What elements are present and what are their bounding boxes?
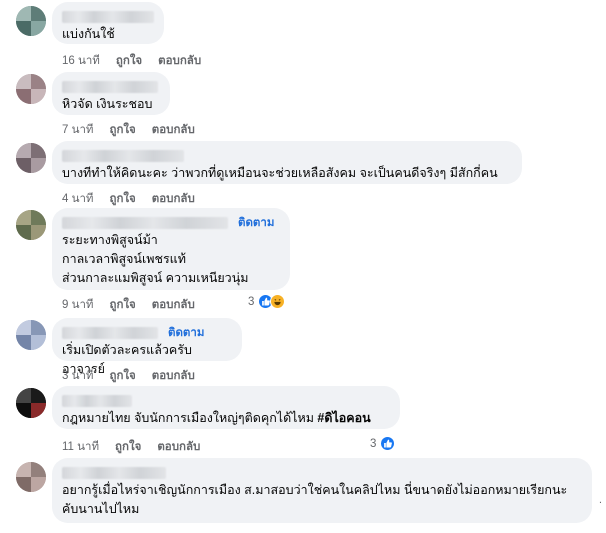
comment-bubble: ติดตาม ระยะทางพิสูจน์ม้า กาลเวลาพิสูจน์เ… xyxy=(52,208,290,290)
follow-button[interactable]: ติดตาม xyxy=(168,324,204,342)
comment-actions: 11 นาที ถูกใจ ตอบกลับ xyxy=(62,438,200,456)
reaction-count: 3 xyxy=(370,437,377,450)
comment-actions: 3 นาที ถูกใจ ตอบกลับ xyxy=(62,367,195,385)
haha-reaction-icon xyxy=(270,294,286,309)
comment-time[interactable]: 11 นาที xyxy=(62,438,99,456)
more-options-icon[interactable]: · xyxy=(599,498,602,509)
like-reaction-icon xyxy=(380,436,396,451)
avatar[interactable] xyxy=(16,320,46,350)
avatar[interactable] xyxy=(16,388,46,418)
comment-bubble: แบ่งกันใช้ xyxy=(52,2,164,44)
comment-bubble: อยากรู้เมื่อไหร่จาเชิญนักการเมือง ส.มาสอ… xyxy=(52,458,592,523)
comment-actions: 9 นาที ถูกใจ ตอบกลับ xyxy=(62,296,195,314)
blurred-author-name[interactable] xyxy=(62,81,158,93)
comment-time[interactable]: 4 นาที xyxy=(62,190,94,208)
avatar[interactable] xyxy=(16,74,46,104)
avatar[interactable] xyxy=(16,462,46,492)
comment-actions: 16 นาที ถูกใจ ตอบกลับ xyxy=(62,52,201,70)
comment-text: อยากรู้เมื่อไหร่จาเชิญนักการเมือง ส.มาสอ… xyxy=(62,483,568,516)
like-button[interactable]: ถูกใจ xyxy=(110,190,136,208)
blurred-author-name[interactable] xyxy=(62,395,132,407)
comment-text: บางทีทำให้คิดนะคะ ว่าพวกที่ดูเหมือนจะช่ว… xyxy=(62,166,498,180)
like-button[interactable]: ถูกใจ xyxy=(115,438,141,456)
hashtag-link[interactable]: #ดิไอคอน xyxy=(317,411,370,425)
reaction-summary[interactable]: 3 xyxy=(248,294,286,309)
blurred-author-name[interactable] xyxy=(62,467,166,479)
reply-button[interactable]: ตอบกลับ xyxy=(152,121,195,139)
like-button[interactable]: ถูกใจ xyxy=(116,52,142,70)
blurred-author-name[interactable] xyxy=(62,11,154,23)
comment-time[interactable]: 16 นาที xyxy=(62,52,100,70)
reply-button[interactable]: ตอบกลับ xyxy=(152,367,195,385)
like-button[interactable]: ถูกใจ xyxy=(110,296,136,314)
comment-actions: 7 นาที ถูกใจ ตอบกลับ xyxy=(62,121,195,139)
comment-text: ระยะทางพิสูจน์ม้า กาลเวลาพิสูจน์เพชรแท้ … xyxy=(62,233,249,285)
follow-button[interactable]: ติดตาม xyxy=(238,214,274,232)
blurred-author-name[interactable] xyxy=(62,150,184,162)
comment-time[interactable]: 7 นาที xyxy=(62,121,94,139)
comment-bubble: หิวจัด เงินระชอบ xyxy=(52,72,170,115)
blurred-author-name[interactable] xyxy=(62,217,228,229)
comment-time[interactable]: 9 นาที xyxy=(62,296,94,314)
like-button[interactable]: ถูกใจ xyxy=(110,367,136,385)
comment-actions: 4 นาที ถูกใจ ตอบกลับ xyxy=(62,190,195,208)
avatar[interactable] xyxy=(16,6,46,36)
comment-text: หิวจัด เงินระชอบ xyxy=(62,97,153,111)
comment-bubble: บางทีทำให้คิดนะคะ ว่าพวกที่ดูเหมือนจะช่ว… xyxy=(52,141,522,184)
avatar[interactable] xyxy=(16,210,46,240)
comment-text: กฎหมายไทย จับนักการเมืองใหญ่ๆติดคุกได้ไห… xyxy=(62,409,388,428)
comment-bubble: ติดตาม เริ่มเปิดตัวละครแล้วครับอาจารย์ xyxy=(52,318,242,376)
reply-button[interactable]: ตอบกลับ xyxy=(158,52,201,70)
reaction-count: 3 xyxy=(248,295,255,308)
reply-button[interactable]: ตอบกลับ xyxy=(152,296,195,314)
comment-bubble: กฎหมายไทย จับนักการเมืองใหญ่ๆติดคุกได้ไห… xyxy=(52,386,400,429)
comment-time[interactable]: 3 นาที xyxy=(62,367,94,385)
reply-button[interactable]: ตอบกลับ xyxy=(152,190,195,208)
comment-text: แบ่งกันใช้ xyxy=(62,27,115,41)
comment-text-main: กฎหมายไทย จับนักการเมืองใหญ่ๆติดคุกได้ไห… xyxy=(62,411,318,425)
blurred-author-name[interactable] xyxy=(62,327,158,339)
reaction-summary[interactable]: 3 xyxy=(370,436,396,451)
reply-button[interactable]: ตอบกลับ xyxy=(157,438,200,456)
avatar[interactable] xyxy=(16,143,46,173)
like-button[interactable]: ถูกใจ xyxy=(110,121,136,139)
